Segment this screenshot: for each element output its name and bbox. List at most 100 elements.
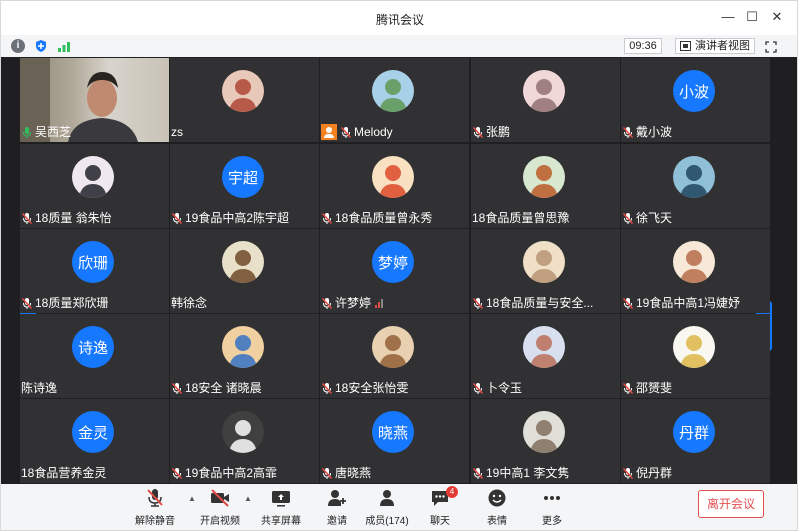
participant-tile[interactable]: 宇超 19食品中高2陈宇超 <box>170 144 319 228</box>
participant-name: 18食品质量与安全... <box>486 296 594 310</box>
mic-muted-icon <box>321 297 333 309</box>
maximize-button[interactable]: ☐ <box>744 9 760 25</box>
avatar <box>673 241 715 283</box>
participant-name-row: zs <box>170 124 183 140</box>
participant-name: 18食品质量曾思豫 <box>472 211 570 225</box>
participant-name-row: 19食品中高2高霏 <box>170 465 277 481</box>
invite-button[interactable]: 邀请 <box>311 488 363 528</box>
participant-tile[interactable]: 邵赟斐 <box>621 314 770 398</box>
participant-name-row: Melody <box>320 124 393 140</box>
participant-tile[interactable]: 小波 戴小波 <box>621 58 770 142</box>
participant-tile[interactable]: 18食品质量曾永秀 <box>320 144 469 228</box>
avatar: 金灵 <box>72 411 114 453</box>
participant-name: 倪丹群 <box>636 466 673 480</box>
participant-tile[interactable]: 18质量 翁朱怡 <box>20 144 169 228</box>
participant-name: 18安全张怡雯 <box>335 381 409 395</box>
participant-tile[interactable]: 韩徐念 <box>170 229 319 313</box>
participant-tile[interactable]: 19中高1 李文隽 <box>471 399 620 483</box>
mic-on-icon <box>23 126 31 138</box>
avatar <box>372 156 414 198</box>
members-label: 成员(174) <box>365 516 409 527</box>
participant-tile[interactable]: 19食品中高2高霏 <box>170 399 319 483</box>
participant-name-row: 18安全张怡雯 <box>320 380 408 396</box>
participant-tile[interactable]: zs <box>170 58 319 142</box>
avatar: 欣珊 <box>72 241 114 283</box>
participant-tile[interactable]: 18食品质量曾思豫 <box>471 144 620 228</box>
participant-tile[interactable]: 18食品质量与安全... <box>471 229 620 313</box>
participant-name-row: 陈诗逸 <box>20 380 57 396</box>
mic-muted-icon <box>171 382 183 394</box>
participant-name: 韩徐念 <box>171 296 208 310</box>
avatar <box>523 156 565 198</box>
avatar: 诗逸 <box>72 326 114 368</box>
window-title: 腾讯会议 <box>375 13 424 27</box>
members-icon <box>380 490 394 506</box>
participant-name-row: 倪丹群 <box>621 465 672 481</box>
participant-tile[interactable]: Melody <box>320 58 469 142</box>
chat-unread-badge: 4 <box>446 486 458 498</box>
participant-name: 唐晓燕 <box>335 466 372 480</box>
minimize-button[interactable]: — <box>720 9 736 25</box>
shield-icon[interactable] <box>34 39 48 53</box>
unmute-button[interactable]: 解除静音 <box>129 488 181 528</box>
participant-name-row: 18食品质量曾思豫 <box>471 210 569 226</box>
emoji-icon <box>488 489 506 507</box>
avatar <box>523 241 565 283</box>
participant-tile[interactable]: 张鹏 <box>471 58 620 142</box>
mic-muted-icon <box>321 467 333 479</box>
participant-name-row: 18食品质量与安全... <box>471 295 593 311</box>
participant-tile[interactable]: 金灵 18食品营养金灵 <box>20 399 169 483</box>
participant-tile[interactable]: 18安全 诸晓晨 <box>170 314 319 398</box>
fullscreen-icon[interactable] <box>765 40 777 53</box>
participant-name: 18质量 翁朱怡 <box>35 211 112 225</box>
meeting-toolbar: i 09:36 演讲者视图 <box>1 35 797 57</box>
muted-mic-icon <box>147 489 163 507</box>
participant-tile[interactable]: 诗逸 陈诗逸 <box>20 314 169 398</box>
meeting-time: 09:36 <box>624 38 662 54</box>
participant-tile[interactable]: 丹群 倪丹群 <box>621 399 770 483</box>
chat-label: 聊天 <box>430 516 450 527</box>
avatar <box>222 241 264 283</box>
network-signal-icon[interactable] <box>57 39 71 53</box>
participant-tile[interactable]: 欣珊 18质量郑欣珊 <box>20 229 169 313</box>
participant-tile[interactable]: 梦婷 许梦婷 <box>320 229 469 313</box>
participant-name: 18质量郑欣珊 <box>35 296 109 310</box>
avatar <box>673 156 715 198</box>
mic-muted-icon <box>472 382 484 394</box>
meeting-window: 腾讯会议 — ☐ ✕ i 09:36 演讲者视图 ◀ ▶ 吴西芝zsMelody… <box>0 0 798 531</box>
participant-tile[interactable]: 18安全张怡雯 <box>320 314 469 398</box>
participant-tile[interactable]: 晓燕 唐晓燕 <box>320 399 469 483</box>
info-icon[interactable]: i <box>11 39 25 53</box>
participant-tile[interactable]: 吴西芝 <box>20 58 169 142</box>
reactions-button[interactable]: 表情 <box>471 488 523 528</box>
participant-name-row: 卜令玉 <box>471 380 522 396</box>
share-screen-button[interactable]: 共享屏幕 <box>255 488 307 528</box>
participant-tile[interactable]: 19食品中高1冯婕妤 <box>621 229 770 313</box>
mic-muted-icon <box>340 126 352 138</box>
avatar <box>673 326 715 368</box>
mic-muted-icon <box>472 126 484 138</box>
avatar <box>222 411 264 453</box>
speaker-view-icon <box>680 41 691 51</box>
speaker-view-button[interactable]: 演讲者视图 <box>675 38 755 54</box>
participant-name-row: 18食品质量曾永秀 <box>320 210 432 226</box>
reactions-label: 表情 <box>487 516 507 527</box>
participant-name: zs <box>171 125 183 139</box>
chat-button[interactable]: 4 聊天 <box>414 486 466 528</box>
mic-muted-icon <box>21 212 33 224</box>
mic-muted-icon <box>171 467 183 479</box>
participant-tile[interactable]: 卜令玉 <box>471 314 620 398</box>
participant-name: 19食品中高2高霏 <box>185 466 278 480</box>
video-options-caret-icon[interactable]: ▲ <box>244 494 252 503</box>
participant-name: 张鹏 <box>486 125 511 139</box>
leave-meeting-button[interactable]: 离开会议 <box>698 490 764 518</box>
start-video-button[interactable]: 开启视频 <box>194 488 246 528</box>
add-person-icon <box>328 490 346 506</box>
participant-tile[interactable]: 徐飞天 <box>621 144 770 228</box>
members-button[interactable]: 成员(174) <box>361 488 413 528</box>
more-button[interactable]: 更多 <box>526 488 578 528</box>
close-button[interactable]: ✕ <box>769 9 785 25</box>
avatar <box>523 411 565 453</box>
participant-name-row: 韩徐念 <box>170 295 207 311</box>
participant-name-row: 邵赟斐 <box>621 380 672 396</box>
